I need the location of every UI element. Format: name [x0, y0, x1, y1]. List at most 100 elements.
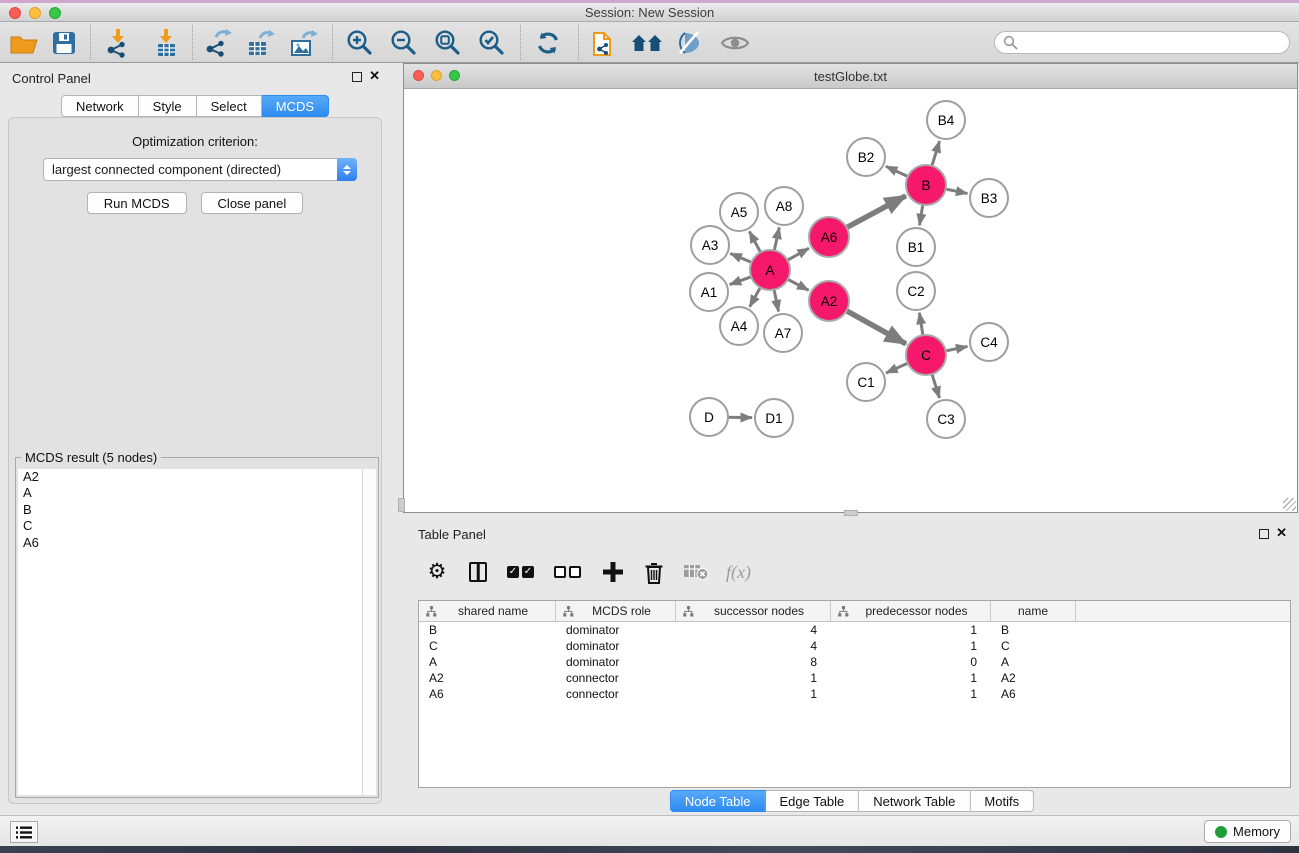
- refresh-icon[interactable]: [530, 26, 566, 60]
- close-panel-button[interactable]: Close panel: [201, 192, 304, 214]
- cell: 1: [831, 639, 991, 653]
- mcds-result-list[interactable]: A2ABCA6: [18, 469, 376, 795]
- result-list-scrollbar[interactable]: [362, 469, 376, 795]
- hide-panel-eye-icon[interactable]: [717, 26, 753, 60]
- graph-node-B[interactable]: B: [905, 164, 947, 206]
- select-all-checkboxes-icon[interactable]: ✓✓: [507, 557, 537, 587]
- result-item-a[interactable]: A: [18, 485, 376, 501]
- table-row[interactable]: Bdominator41B: [419, 622, 1290, 638]
- table-row[interactable]: Adominator80A: [419, 654, 1290, 670]
- graph-node-B4[interactable]: B4: [926, 100, 966, 140]
- cell: dominator: [556, 623, 676, 637]
- import-table-icon[interactable]: [148, 26, 184, 60]
- tab-node-table[interactable]: Node Table: [670, 790, 766, 812]
- column-header-MCDS-role[interactable]: MCDS role: [556, 601, 676, 621]
- zoom-selected-icon[interactable]: [474, 26, 510, 60]
- tab-motifs[interactable]: Motifs: [970, 790, 1034, 812]
- table-row[interactable]: A6connector11A6: [419, 686, 1290, 702]
- column-header-successor-nodes[interactable]: successor nodes: [676, 601, 831, 621]
- tab-network[interactable]: Network: [61, 95, 139, 117]
- graph-node-A6[interactable]: A6: [808, 216, 850, 258]
- tab-mcds[interactable]: MCDS: [262, 95, 329, 117]
- network-minimize-icon[interactable]: [431, 70, 442, 81]
- mcds-result-title: MCDS result (5 nodes): [21, 450, 161, 465]
- minimize-window-icon[interactable]: [29, 7, 41, 19]
- open-session-icon[interactable]: [6, 26, 42, 60]
- graph-node-C2[interactable]: C2: [896, 271, 936, 311]
- table-row[interactable]: Cdominator41C: [419, 638, 1290, 654]
- graph-node-C4[interactable]: C4: [969, 322, 1009, 362]
- tab-network-table[interactable]: Network Table: [859, 790, 970, 812]
- graph-node-A3[interactable]: A3: [690, 225, 730, 265]
- graph-node-A[interactable]: A: [749, 249, 791, 291]
- cell: 4: [676, 623, 831, 637]
- result-item-a6[interactable]: A6: [18, 535, 376, 551]
- delete-column-icon[interactable]: [642, 557, 666, 587]
- deselect-all-checkboxes-icon[interactable]: [554, 557, 584, 587]
- column-header-shared-name[interactable]: shared name: [419, 601, 556, 621]
- graph-node-D1[interactable]: D1: [754, 398, 794, 438]
- save-session-icon[interactable]: [46, 26, 82, 60]
- column-header-predecessor-nodes[interactable]: predecessor nodes: [831, 601, 991, 621]
- zoom-fit-icon[interactable]: [430, 26, 466, 60]
- export-network-icon[interactable]: [200, 26, 236, 60]
- workspace: Control Panel ✕ NetworkStyleSelectMCDS O…: [0, 63, 1299, 815]
- memory-button[interactable]: Memory: [1204, 820, 1291, 843]
- result-item-a2[interactable]: A2: [18, 469, 376, 485]
- export-table-icon[interactable]: [243, 26, 279, 60]
- result-item-b[interactable]: B: [18, 502, 376, 518]
- search-input[interactable]: [994, 31, 1290, 54]
- main-titlebar[interactable]: Session: New Session: [0, 3, 1299, 22]
- graph-node-B1[interactable]: B1: [896, 227, 936, 267]
- criterion-select[interactable]: largest connected component (directed): [43, 158, 357, 181]
- cell: A2: [419, 671, 556, 685]
- graph-node-B3[interactable]: B3: [969, 178, 1009, 218]
- network-vertical-scrollbar[interactable]: [398, 498, 405, 512]
- home-layout-icon[interactable]: [629, 26, 665, 60]
- table-panel-float-icon[interactable]: [1259, 529, 1269, 539]
- network-window-titlebar[interactable]: testGlobe.txt: [404, 64, 1297, 89]
- network-resize-grip-icon[interactable]: [1283, 498, 1296, 511]
- import-network-icon[interactable]: [100, 26, 136, 60]
- run-mcds-button[interactable]: Run MCDS: [87, 192, 187, 214]
- graph-node-C1[interactable]: C1: [846, 362, 886, 402]
- graph-node-A2[interactable]: A2: [808, 280, 850, 322]
- table-panel-close-icon[interactable]: ✕: [1276, 525, 1287, 541]
- network-from-selection-icon[interactable]: [586, 26, 622, 60]
- graph-node-C[interactable]: C: [905, 334, 947, 376]
- graph-node-A5[interactable]: A5: [719, 192, 759, 232]
- zoom-window-icon[interactable]: [49, 7, 61, 19]
- settings-gear-icon[interactable]: ⚙: [425, 557, 449, 587]
- export-image-icon[interactable]: [286, 26, 322, 60]
- network-zoom-icon[interactable]: [449, 70, 460, 81]
- graph-node-A4[interactable]: A4: [719, 306, 759, 346]
- graph-node-A8[interactable]: A8: [764, 186, 804, 226]
- column-layout-icon[interactable]: [466, 557, 490, 587]
- graph-node-C3[interactable]: C3: [926, 399, 966, 439]
- cell: 0: [831, 655, 991, 669]
- zoom-out-icon[interactable]: [386, 26, 422, 60]
- close-window-icon[interactable]: [9, 7, 21, 19]
- tab-style[interactable]: Style: [139, 95, 197, 117]
- criterion-stepper-icon[interactable]: [337, 158, 357, 181]
- task-history-button[interactable]: [10, 821, 38, 843]
- graph-node-A7[interactable]: A7: [763, 313, 803, 353]
- tab-edge-table[interactable]: Edge Table: [765, 790, 859, 812]
- graph-node-A1[interactable]: A1: [689, 272, 729, 312]
- column-header-name[interactable]: name: [991, 601, 1076, 621]
- function-builder-icon[interactable]: f(x): [726, 557, 751, 587]
- network-close-icon[interactable]: [413, 70, 424, 81]
- graph-node-D[interactable]: D: [689, 397, 729, 437]
- zoom-in-icon[interactable]: [342, 26, 378, 60]
- network-canvas[interactable]: B4 B2 B B3 A5A8A6 A3 B1 A A1 C2 A2 A4A7 C4 C C1 D D1 C3: [404, 89, 1297, 512]
- table-row[interactable]: A2connector11A2: [419, 670, 1290, 686]
- graph-node-B2[interactable]: B2: [846, 137, 886, 177]
- tab-select[interactable]: Select: [197, 95, 262, 117]
- control-panel-float-icon[interactable]: [352, 72, 362, 82]
- control-panel-close-icon[interactable]: ✕: [369, 68, 380, 84]
- result-item-c[interactable]: C: [18, 518, 376, 534]
- delete-table-icon[interactable]: [683, 557, 709, 587]
- show-graphics-details-icon[interactable]: [672, 26, 708, 60]
- add-column-icon[interactable]: [601, 557, 625, 587]
- network-horizontal-scrollbar[interactable]: [844, 510, 858, 516]
